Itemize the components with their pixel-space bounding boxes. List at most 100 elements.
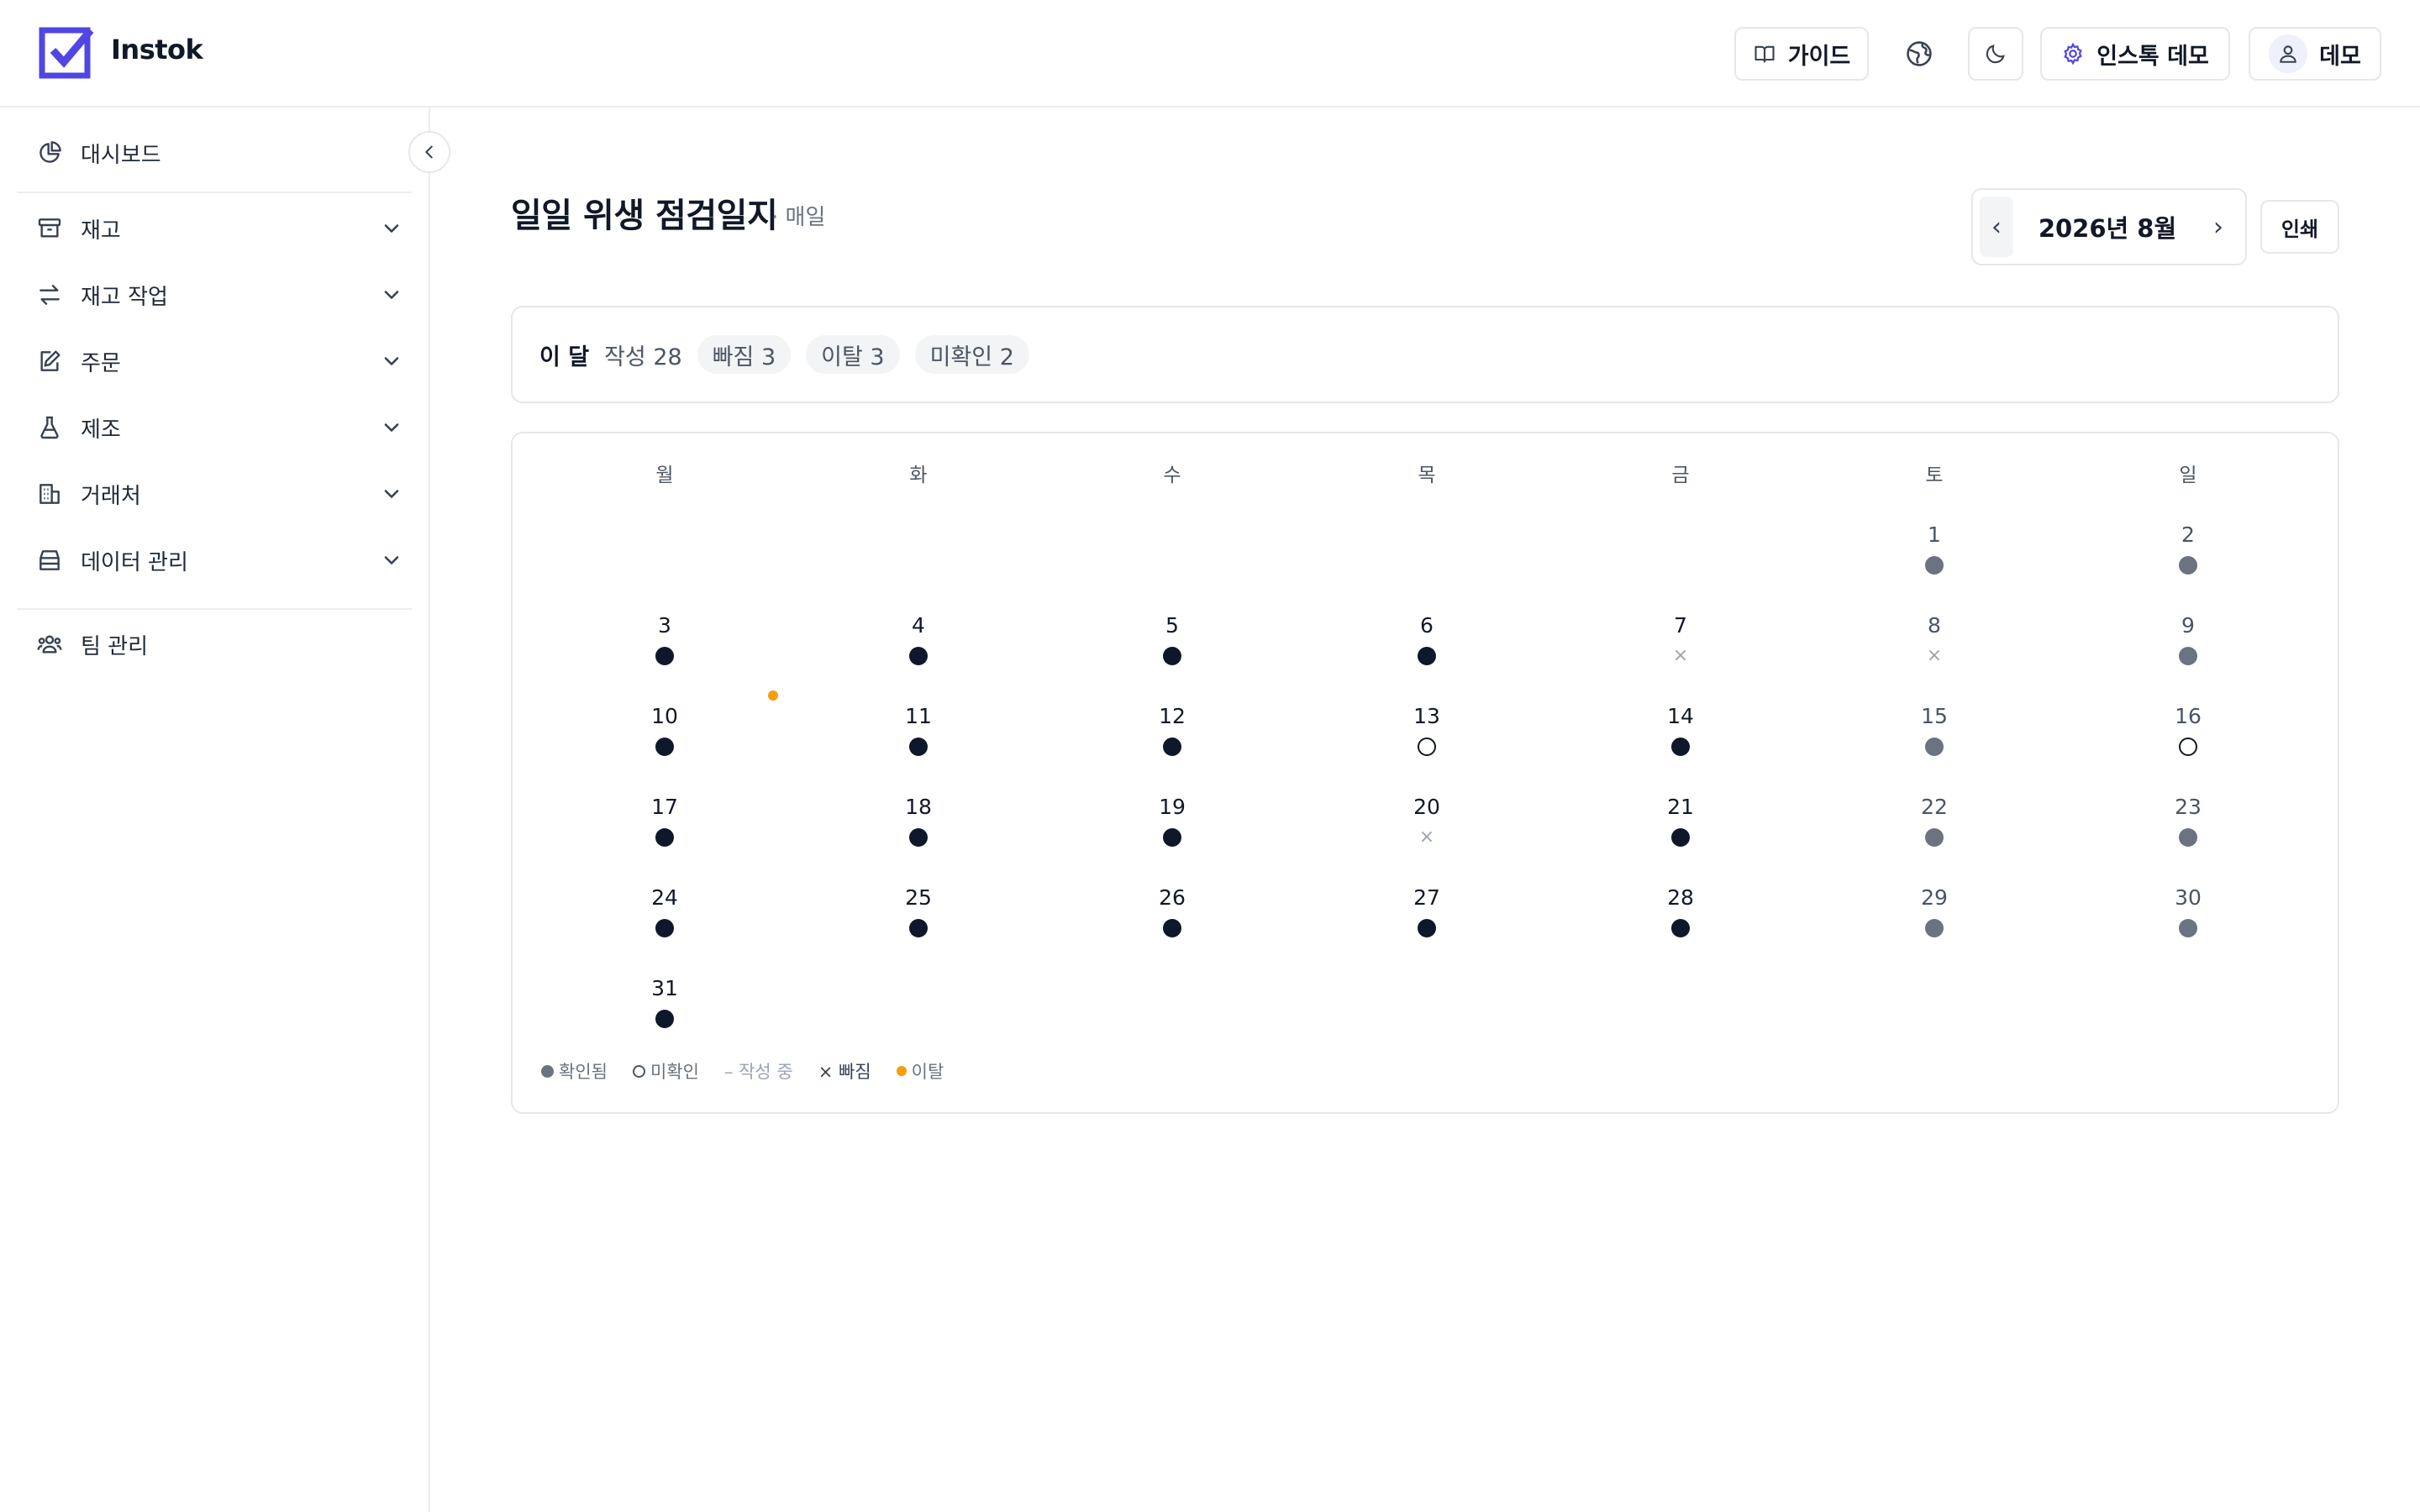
sidebar-collapse-button[interactable]	[408, 131, 450, 173]
chevron-left-icon	[420, 143, 439, 161]
day-number: 2	[2181, 522, 2195, 547]
calendar-day[interactable]: 26	[1122, 885, 1223, 953]
status-mark	[655, 738, 674, 756]
calendar-day[interactable]: 12	[1122, 704, 1223, 771]
status-confirmed-icon	[1671, 919, 1690, 937]
status-mark	[1163, 828, 1181, 847]
month-label: 2026년 8월	[2038, 214, 2177, 243]
guide-button[interactable]: 가이드	[1734, 27, 1869, 81]
sidebar-item-label: 데이터 관리	[81, 549, 188, 575]
demo-settings-button[interactable]: 인스톡 데모	[2040, 27, 2230, 81]
chevron-down-icon	[380, 217, 403, 240]
legend-unconfirmed-label: 미확인	[650, 1062, 699, 1082]
calendar-day[interactable]: 15	[1884, 704, 1985, 771]
calendar-day[interactable]: 18	[868, 795, 969, 862]
day-number: 16	[2175, 704, 2202, 728]
day-number: 17	[651, 795, 678, 819]
day-number: 31	[651, 976, 678, 1000]
calendar-day[interactable]: 14	[1630, 704, 1731, 771]
sidebar-item-label: 재고 작업	[81, 284, 168, 310]
written-count: 작성 28	[604, 344, 682, 370]
weekday-header: 일	[2179, 465, 2197, 486]
sidebar-item-manufacturing[interactable]: 제조	[17, 401, 412, 454]
status-confirmed-icon	[655, 1010, 674, 1028]
status-mark	[909, 919, 928, 937]
calendar-day[interactable]: 24	[614, 885, 715, 953]
calendar-day[interactable]: 2	[2138, 522, 2238, 590]
sidebar-item-data-management[interactable]: 데이터 관리	[17, 533, 412, 587]
weekday-header: 화	[909, 465, 928, 486]
status-mark	[1163, 738, 1181, 756]
day-number: 1	[1928, 522, 1941, 547]
dark-mode-toggle[interactable]	[1968, 27, 2023, 81]
pie-chart-icon	[35, 139, 64, 167]
status-unconfirmed-icon	[1418, 738, 1436, 756]
day-number: 25	[905, 885, 932, 910]
calendar-day[interactable]: 17	[614, 795, 715, 862]
building-icon	[35, 480, 64, 508]
day-number: 4	[912, 613, 925, 638]
calendar-day[interactable]: 16	[2138, 704, 2238, 771]
calendar-day[interactable]: 29	[1884, 885, 1985, 953]
calendar-day[interactable]: 28	[1630, 885, 1731, 953]
status-mark	[2179, 828, 2197, 847]
status-mark	[1418, 647, 1436, 665]
day-number: 10	[651, 704, 678, 728]
status-mark	[1163, 647, 1181, 665]
moon-icon	[1984, 42, 2007, 66]
calendar-day[interactable]: 13	[1376, 704, 1477, 771]
calendar-day[interactable]: 3	[614, 613, 715, 680]
calendar-day[interactable]: 7 ×	[1630, 613, 1731, 680]
status-confirmed-icon	[2179, 828, 2197, 847]
calendar-day[interactable]: 27	[1376, 885, 1477, 953]
calendar-day[interactable]: 20 ×	[1376, 795, 1477, 862]
day-number: 28	[1667, 885, 1694, 910]
language-button[interactable]	[1891, 27, 1948, 81]
sidebar-item-orders[interactable]: 주문	[17, 334, 412, 388]
day-number: 23	[2175, 795, 2202, 819]
day-number: 27	[1413, 885, 1440, 910]
deviation-count-badge: 이탈 3	[806, 335, 900, 374]
page-title: 일일 위생 점검일지	[511, 197, 778, 235]
sidebar-item-inventory-tasks[interactable]: 재고 작업	[17, 268, 412, 322]
calendar-day[interactable]: 23	[2138, 795, 2238, 862]
calendar-day[interactable]: 31	[614, 976, 715, 1043]
sidebar-item-partners[interactable]: 거래처	[17, 467, 412, 521]
sidebar-item-label: 대시보드	[81, 142, 161, 168]
instok-logo-icon[interactable]	[39, 25, 96, 81]
status-confirmed-icon	[1925, 738, 1944, 756]
missed-count-badge: 빠짐 3	[697, 335, 792, 374]
calendar-day[interactable]: 6	[1376, 613, 1477, 680]
prev-month-button[interactable]: ‹	[1980, 197, 2013, 257]
user-menu-button[interactable]: 데모	[2249, 27, 2381, 81]
sidebar-item-team-management[interactable]: 팀 관리	[17, 617, 412, 671]
calendar-day[interactable]: 9	[2138, 613, 2238, 680]
calendar-day[interactable]: 1	[1884, 522, 1985, 590]
status-confirmed-icon	[655, 919, 674, 937]
calendar-day[interactable]: 30	[2138, 885, 2238, 953]
next-month-button[interactable]: ›	[2202, 197, 2235, 257]
month-navigator: ‹ 2026년 8월 ›	[1971, 188, 2247, 265]
status-mark	[2179, 556, 2197, 575]
demo-settings-label: 인스톡 데모	[2096, 43, 2209, 70]
status-missed-icon: ×	[1418, 828, 1436, 847]
sidebar-item-dashboard[interactable]: 대시보드	[17, 126, 412, 180]
app-name: Instok	[111, 34, 203, 66]
calendar-day[interactable]: 21	[1630, 795, 1731, 862]
day-number: 29	[1921, 885, 1948, 910]
print-button[interactable]: 인쇄	[2260, 200, 2339, 254]
calendar-day[interactable]: 4	[868, 613, 969, 680]
calendar-day[interactable]: 8 ×	[1884, 613, 1985, 680]
calendar-day[interactable]: 11	[868, 704, 969, 771]
legend-confirmed-label: 확인됨	[559, 1062, 608, 1082]
calendar-day[interactable]: 25	[868, 885, 969, 953]
sidebar-item-inventory[interactable]: 재고	[17, 202, 412, 255]
status-mark	[909, 647, 928, 665]
calendar-legend: 확인됨 미확인 – 작성 중 × 빠짐 이탈	[541, 1058, 944, 1084]
calendar-day[interactable]: 22	[1884, 795, 1985, 862]
calendar-day[interactable]: 5	[1122, 613, 1223, 680]
day-number: 6	[1420, 613, 1434, 638]
status-confirmed-icon	[1163, 738, 1181, 756]
calendar-day[interactable]: 10	[614, 704, 715, 771]
calendar-day[interactable]: 19	[1122, 795, 1223, 862]
